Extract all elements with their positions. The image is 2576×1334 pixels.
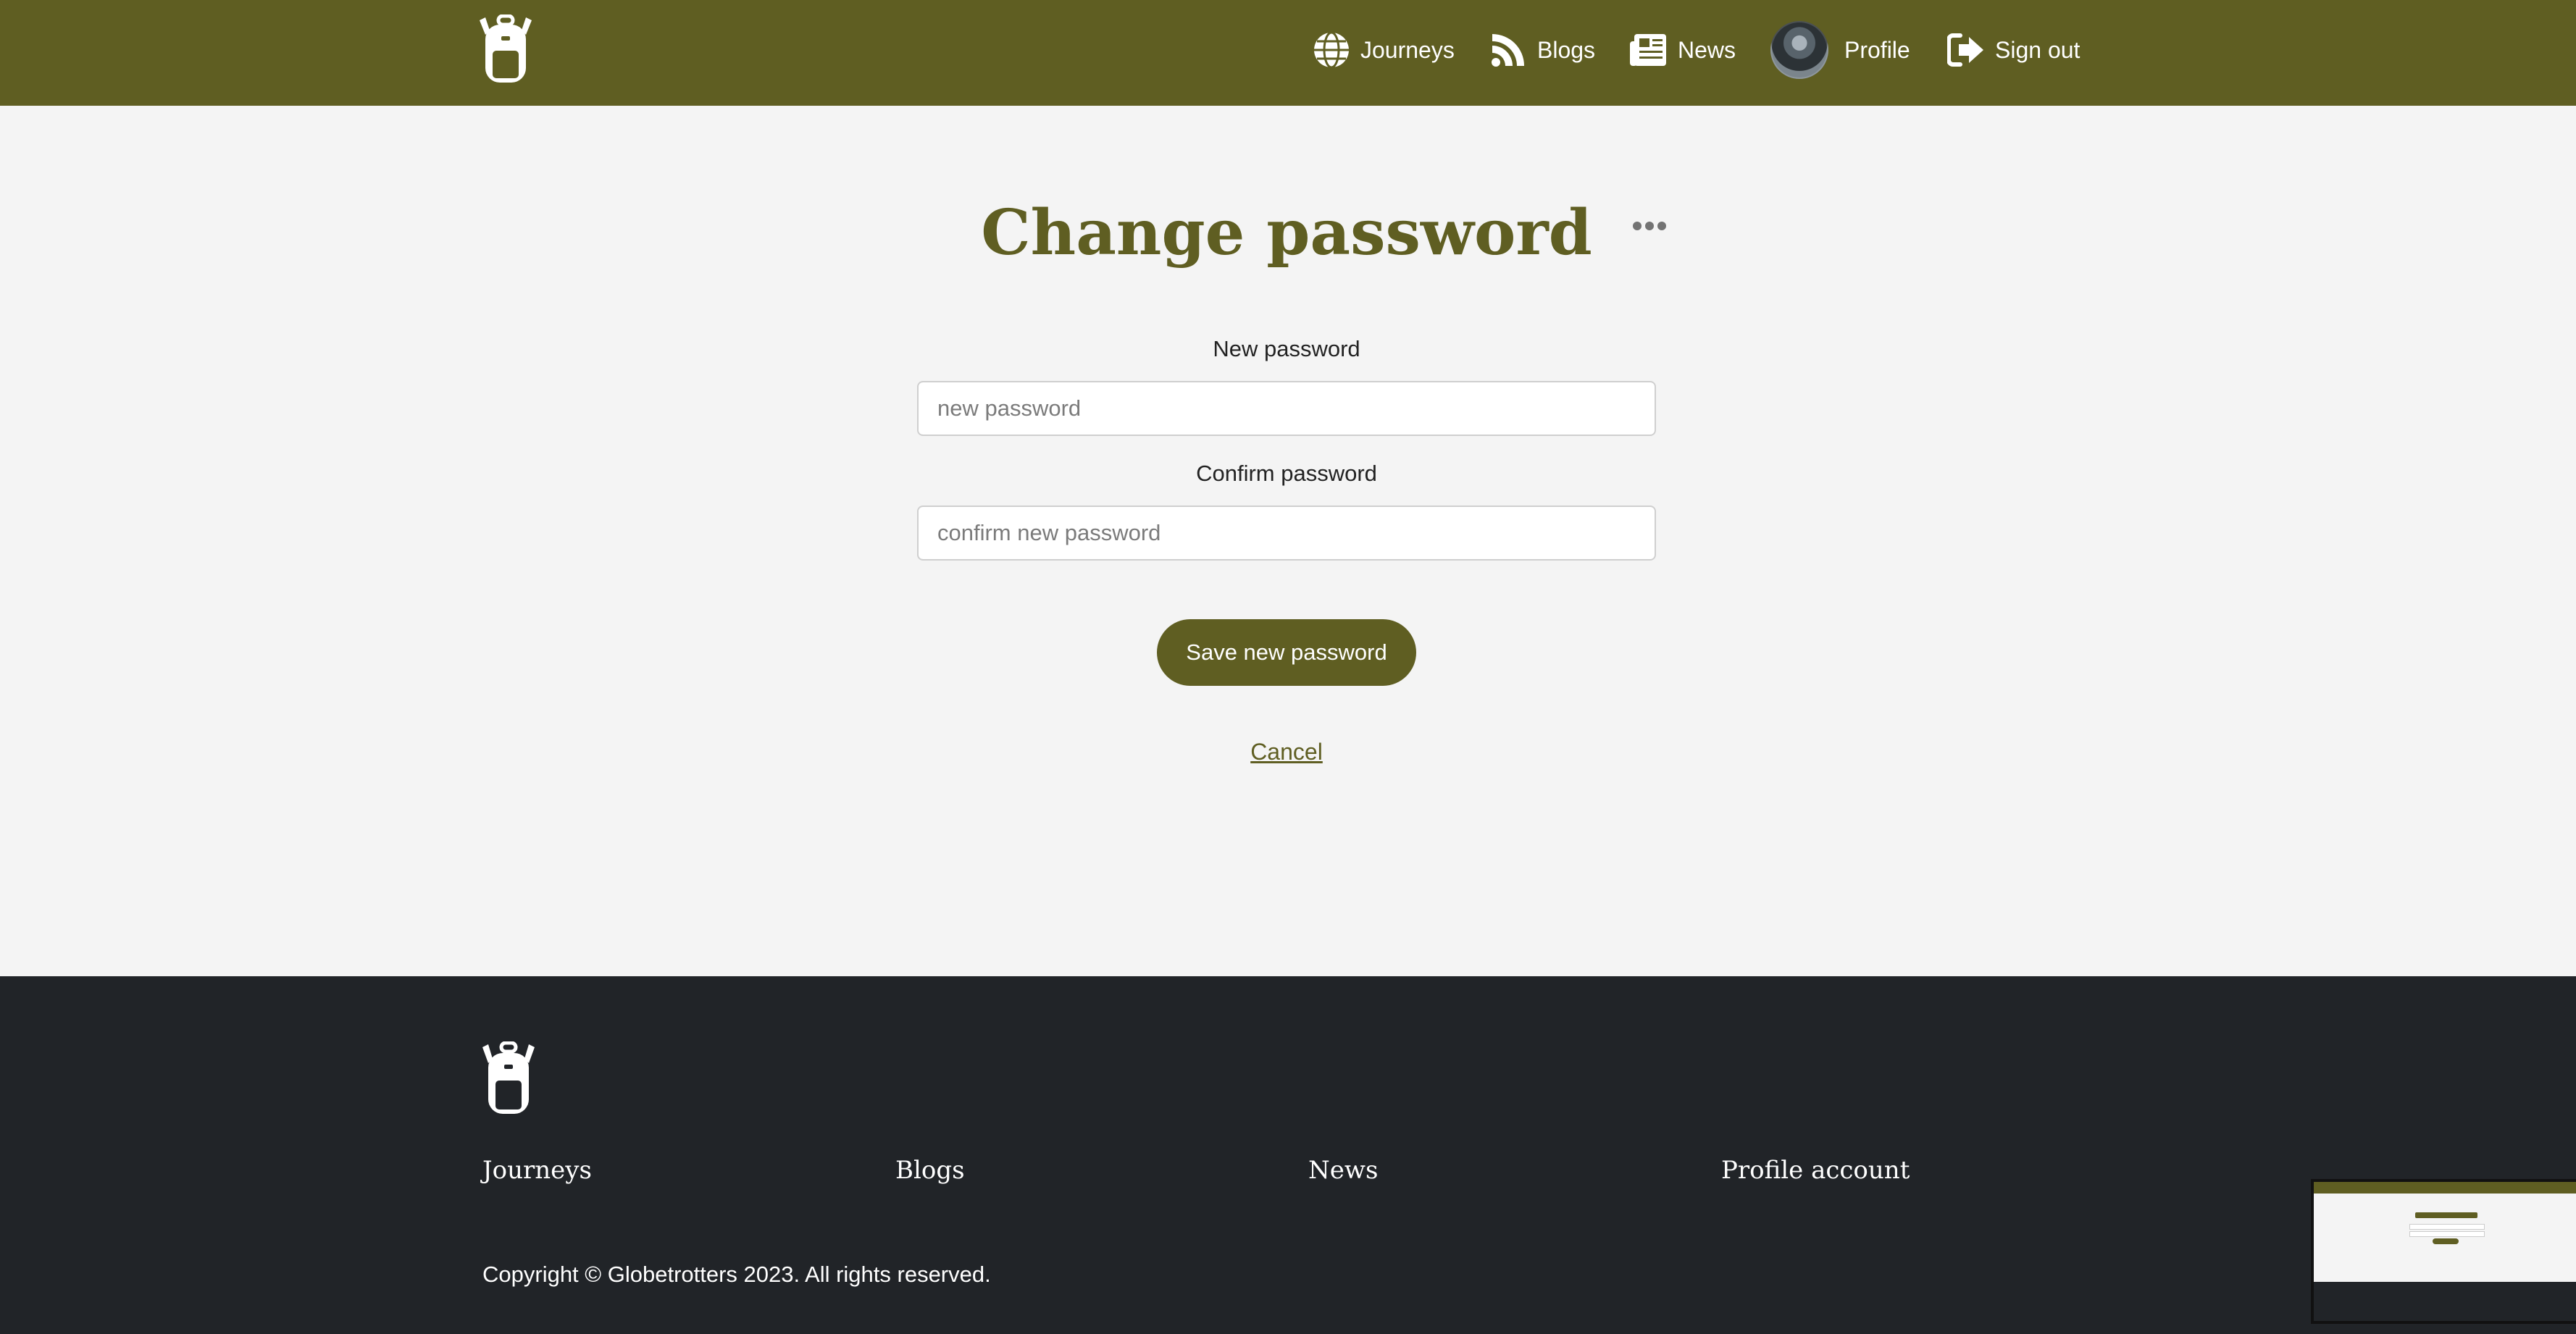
page-title: Change password: [981, 196, 1592, 269]
nav-news[interactable]: News: [1628, 0, 1736, 100]
nav-journeys-label: Journeys: [1360, 36, 1455, 63]
nav-sign-out-label: Sign out: [1995, 36, 2081, 63]
nav-blogs[interactable]: Blogs: [1489, 0, 1595, 100]
nav-profile-label: Profile: [1844, 36, 1910, 63]
nav-news-label: News: [1678, 36, 1736, 63]
copyright-text: Copyright © Globetrotters 2023. All righ…: [482, 1262, 991, 1287]
footer-link-news[interactable]: News: [1308, 1156, 1378, 1185]
rss-icon: [1492, 34, 1524, 67]
backpack-icon[interactable]: [478, 14, 533, 85]
ellipsis-icon[interactable]: [1630, 214, 1669, 238]
new-password-label: New password: [1213, 336, 1360, 361]
save-new-password-button[interactable]: Save new password: [1157, 619, 1416, 686]
cancel-link[interactable]: Cancel: [1159, 739, 1414, 765]
page-preview-thumbnail[interactable]: [2311, 1179, 2576, 1324]
footer: Journeys Blogs News Profile account Copy…: [0, 976, 2576, 1334]
footer-link-blogs[interactable]: Blogs: [895, 1156, 965, 1185]
nav-journeys[interactable]: Journeys: [1313, 0, 1455, 100]
new-password-input[interactable]: [917, 381, 1656, 436]
footer-link-journeys[interactable]: Journeys: [482, 1156, 592, 1185]
confirm-password-input[interactable]: [917, 506, 1656, 561]
avatar: [1770, 21, 1828, 79]
nav-sign-out[interactable]: Sign out: [1947, 0, 2080, 100]
nav-profile[interactable]: Profile: [1770, 0, 1910, 100]
footer-link-profile-account[interactable]: Profile account: [1721, 1156, 1910, 1185]
sign-out-icon: [1947, 33, 1983, 67]
nav-blogs-label: Blogs: [1537, 36, 1596, 63]
top-navbar: Journeys Blogs News Profile Sign out: [0, 0, 2576, 106]
globe-icon: [1314, 31, 1349, 69]
main-nav: Journeys Blogs News Profile Sign out: [1313, 0, 2576, 100]
confirm-password-label: Confirm password: [1196, 461, 1377, 486]
newspaper-icon: [1630, 34, 1666, 66]
backpack-icon[interactable]: [481, 1041, 536, 1117]
